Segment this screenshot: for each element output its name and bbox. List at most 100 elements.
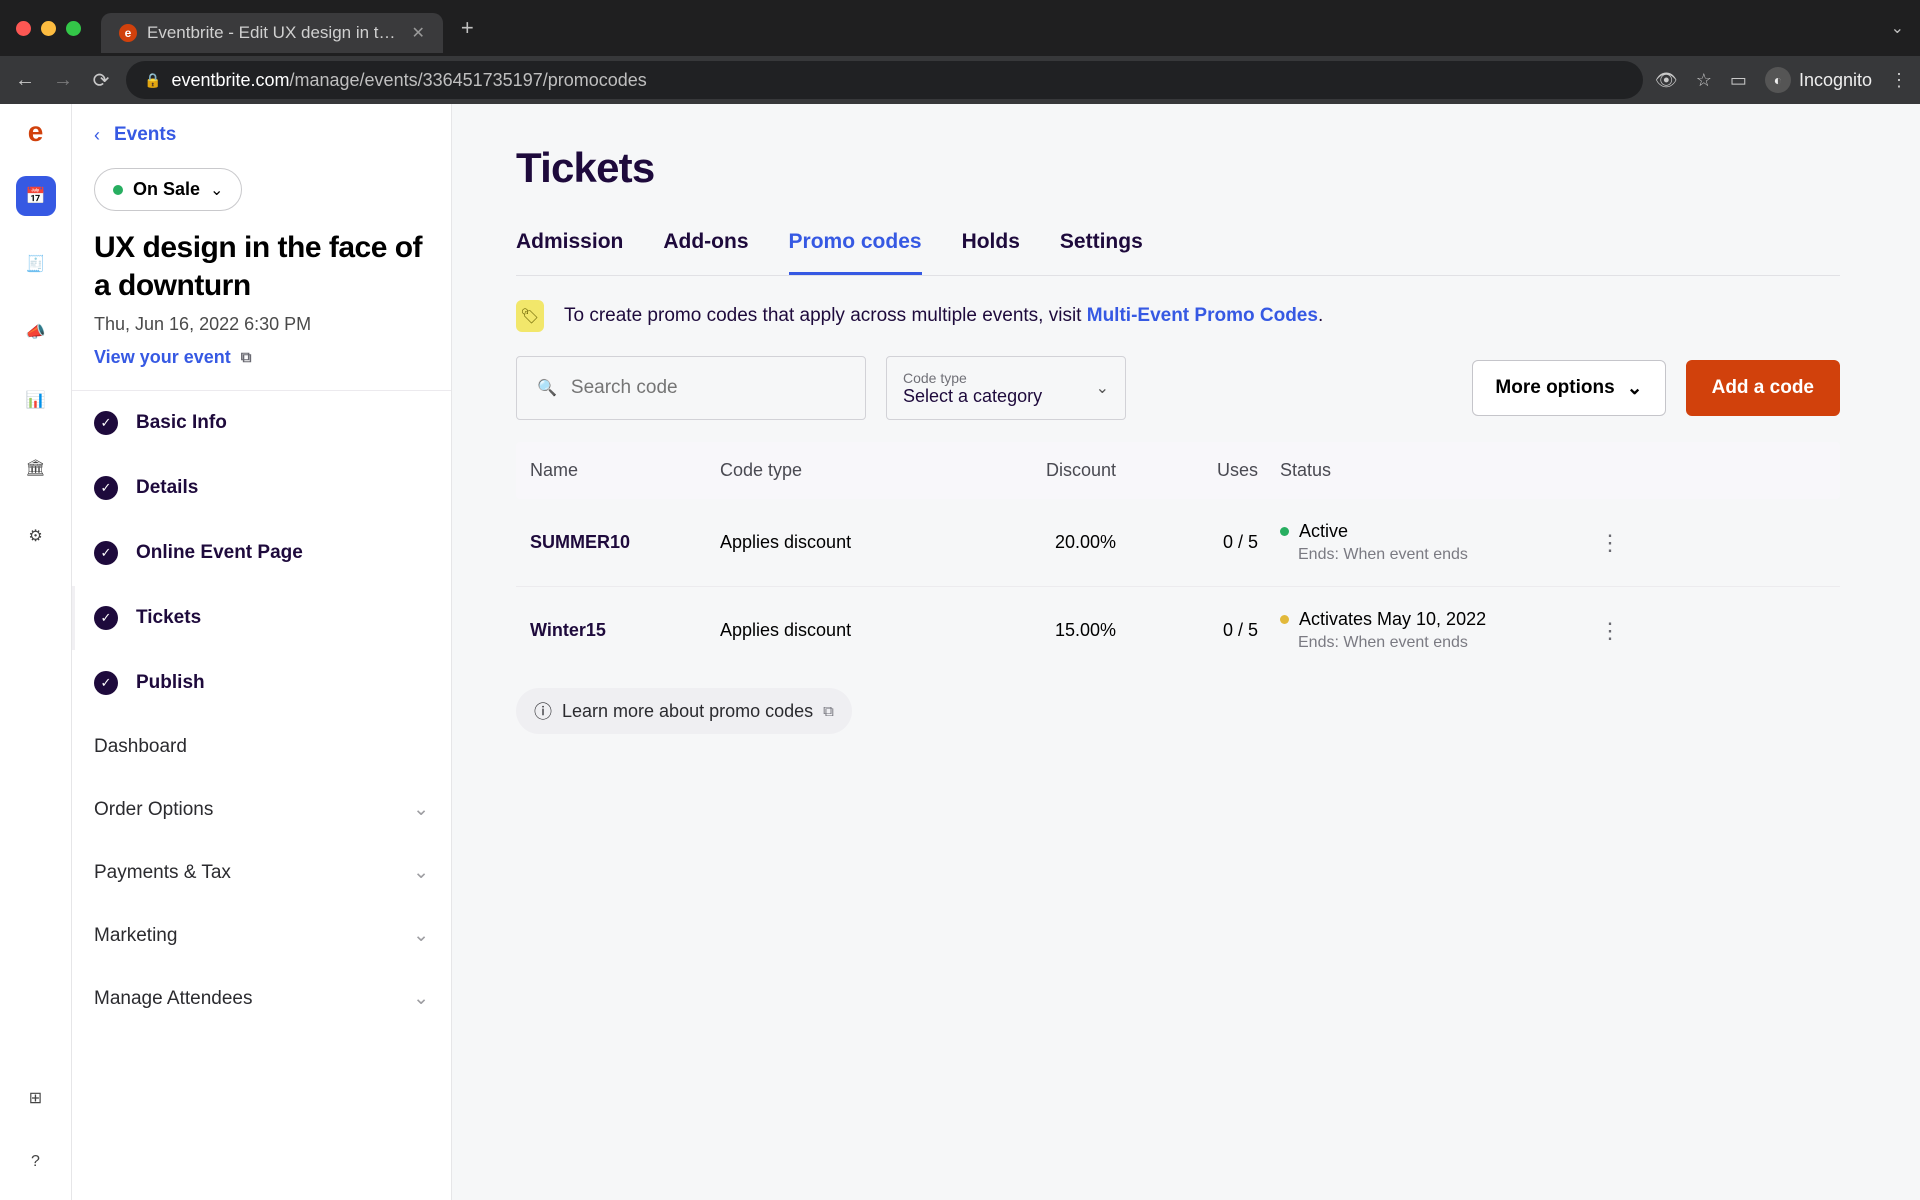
rail-events-icon[interactable]: 📅 xyxy=(16,176,56,216)
status-text: Active xyxy=(1299,521,1348,542)
back-to-events[interactable]: ‹ Events xyxy=(72,124,451,162)
select-small-label: Code type xyxy=(903,370,1109,386)
page-title: Tickets xyxy=(516,144,1840,192)
cell-status: Activates May 10, 2022 Ends: When event … xyxy=(1280,609,1580,652)
lock-icon: 🔒 xyxy=(144,72,161,89)
more-options-button[interactable]: More options ⌄ xyxy=(1472,360,1665,416)
table-row: Winter15 Applies discount 15.00% 0 / 5 A… xyxy=(516,587,1840,674)
chevron-down-icon: ⌄ xyxy=(413,861,429,884)
cell-name: SUMMER10 xyxy=(530,532,720,553)
chevron-down-icon[interactable]: ⌄ xyxy=(1891,18,1904,38)
rail-help-icon[interactable]: ? xyxy=(16,1142,56,1182)
main-content: Tickets Admission Add-ons Promo codes Ho… xyxy=(452,104,1920,1200)
search-input[interactable] xyxy=(571,377,845,399)
url-path: /manage/events/336451735197/promocodes xyxy=(290,70,647,90)
event-status-pill[interactable]: On Sale ⌄ xyxy=(94,168,242,211)
rail-reports-icon[interactable]: 📊 xyxy=(16,380,56,420)
minimize-window-icon[interactable] xyxy=(41,21,56,36)
tab-admission[interactable]: Admission xyxy=(516,220,623,275)
filter-row: 🔍 Code type Select a category ⌄ More opt… xyxy=(516,356,1840,420)
browser-tab-bar: e Eventbrite - Edit UX design in t… ✕ + … xyxy=(0,0,1920,56)
chevron-down-icon: ⌄ xyxy=(413,924,429,947)
cell-name: Winter15 xyxy=(530,620,720,641)
check-icon: ✓ xyxy=(94,476,118,500)
rail-marketing-icon[interactable]: 📣 xyxy=(16,312,56,352)
close-tab-icon[interactable]: ✕ xyxy=(412,23,425,43)
new-tab-button[interactable]: + xyxy=(461,15,474,41)
row-menu-icon[interactable]: ⋮ xyxy=(1580,530,1640,556)
eye-off-icon[interactable]: 👁 xyxy=(1655,70,1678,91)
chevron-down-icon: ⌄ xyxy=(1627,377,1643,400)
check-icon: ✓ xyxy=(94,541,118,565)
status-dot-icon xyxy=(1280,615,1289,624)
event-steps: ✓ Basic Info ✓ Details ✓ Online Event Pa… xyxy=(72,390,451,1030)
reload-icon[interactable]: ⟳ xyxy=(88,68,114,93)
tab-add-ons[interactable]: Add-ons xyxy=(663,220,748,275)
tab-holds[interactable]: Holds xyxy=(962,220,1020,275)
favicon-icon: e xyxy=(119,24,137,42)
tab-settings[interactable]: Settings xyxy=(1060,220,1143,275)
eventbrite-logo-icon[interactable]: e xyxy=(28,116,44,148)
incognito-label: Incognito xyxy=(1799,70,1872,91)
row-menu-icon[interactable]: ⋮ xyxy=(1580,618,1640,644)
cell-code-type: Applies discount xyxy=(720,532,980,553)
chevron-left-icon: ‹ xyxy=(94,125,100,146)
view-event-link[interactable]: View your event ⧉ xyxy=(72,341,451,390)
step-label: Publish xyxy=(136,672,205,694)
cell-uses: 0 / 5 xyxy=(1140,532,1280,553)
section-manage-attendees[interactable]: Manage Attendees ⌄ xyxy=(72,967,451,1030)
browser-tab[interactable]: e Eventbrite - Edit UX design in t… ✕ xyxy=(101,13,443,53)
profile-incognito[interactable]: ◐ Incognito xyxy=(1765,67,1872,93)
section-marketing[interactable]: Marketing ⌄ xyxy=(72,904,451,967)
section-dashboard[interactable]: Dashboard xyxy=(72,716,451,778)
check-icon: ✓ xyxy=(94,671,118,695)
th-status: Status xyxy=(1280,460,1580,481)
step-tickets[interactable]: ✓ Tickets xyxy=(72,586,451,651)
step-label: Basic Info xyxy=(136,412,227,434)
chevron-down-icon: ⌄ xyxy=(413,798,429,821)
rail-settings-icon[interactable]: ⚙ xyxy=(16,516,56,556)
back-label: Events xyxy=(114,124,176,146)
app-rail: e 📅 🧾 📣 📊 🏛 ⚙ ⊞ ? xyxy=(0,104,72,1200)
bookmark-icon[interactable]: ☆ xyxy=(1696,70,1712,91)
maximize-window-icon[interactable] xyxy=(66,21,81,36)
address-bar[interactable]: 🔒 eventbrite.com/manage/events/336451735… xyxy=(126,61,1643,99)
close-window-icon[interactable] xyxy=(16,21,31,36)
banner-text: To create promo codes that apply across … xyxy=(564,305,1087,326)
multi-event-link[interactable]: Multi-Event Promo Codes xyxy=(1087,305,1318,326)
cell-discount: 20.00% xyxy=(980,532,1140,553)
rail-finance-icon[interactable]: 🏛 xyxy=(16,448,56,488)
learn-more-chip[interactable]: ⓘ Learn more about promo codes ⧉ xyxy=(516,688,852,734)
event-date: Thu, Jun 16, 2022 6:30 PM xyxy=(72,304,451,341)
step-publish[interactable]: ✓ Publish xyxy=(72,651,451,716)
promo-codes-table: Name Code type Discount Uses Status SUMM… xyxy=(516,442,1840,674)
event-sidebar: ‹ Events On Sale ⌄ UX design in the face… xyxy=(72,104,452,1200)
kebab-menu-icon[interactable]: ⋮ xyxy=(1890,70,1908,91)
ticket-icon: 🏷 xyxy=(516,300,544,332)
step-online-event-page[interactable]: ✓ Online Event Page xyxy=(72,521,451,586)
info-banner: 🏷 To create promo codes that apply acros… xyxy=(516,300,1840,332)
step-details[interactable]: ✓ Details xyxy=(72,456,451,521)
th-code-type: Code type xyxy=(720,460,980,481)
panel-icon[interactable]: ▭ xyxy=(1730,70,1747,91)
rail-orders-icon[interactable]: 🧾 xyxy=(16,244,56,284)
check-icon: ✓ xyxy=(94,411,118,435)
section-payments-tax[interactable]: Payments & Tax ⌄ xyxy=(72,841,451,904)
tab-title: Eventbrite - Edit UX design in t… xyxy=(147,23,396,43)
step-label: Details xyxy=(136,477,198,499)
add-code-button[interactable]: Add a code xyxy=(1686,360,1840,416)
section-order-options[interactable]: Order Options ⌄ xyxy=(72,778,451,841)
incognito-icon: ◐ xyxy=(1765,67,1791,93)
tab-promo-codes[interactable]: Promo codes xyxy=(789,220,922,275)
rail-apps-icon[interactable]: ⊞ xyxy=(16,1078,56,1118)
back-icon[interactable]: ← xyxy=(12,69,38,92)
step-basic-info[interactable]: ✓ Basic Info xyxy=(72,391,451,456)
window-controls xyxy=(16,21,81,36)
th-discount: Discount xyxy=(980,460,1140,481)
cell-code-type: Applies discount xyxy=(720,620,980,641)
help-icon: ⓘ xyxy=(534,698,552,724)
code-type-select[interactable]: Code type Select a category ⌄ xyxy=(886,356,1126,420)
search-code-box[interactable]: 🔍 xyxy=(516,356,866,420)
check-icon: ✓ xyxy=(94,606,118,630)
chevron-down-icon: ⌄ xyxy=(1096,378,1109,398)
